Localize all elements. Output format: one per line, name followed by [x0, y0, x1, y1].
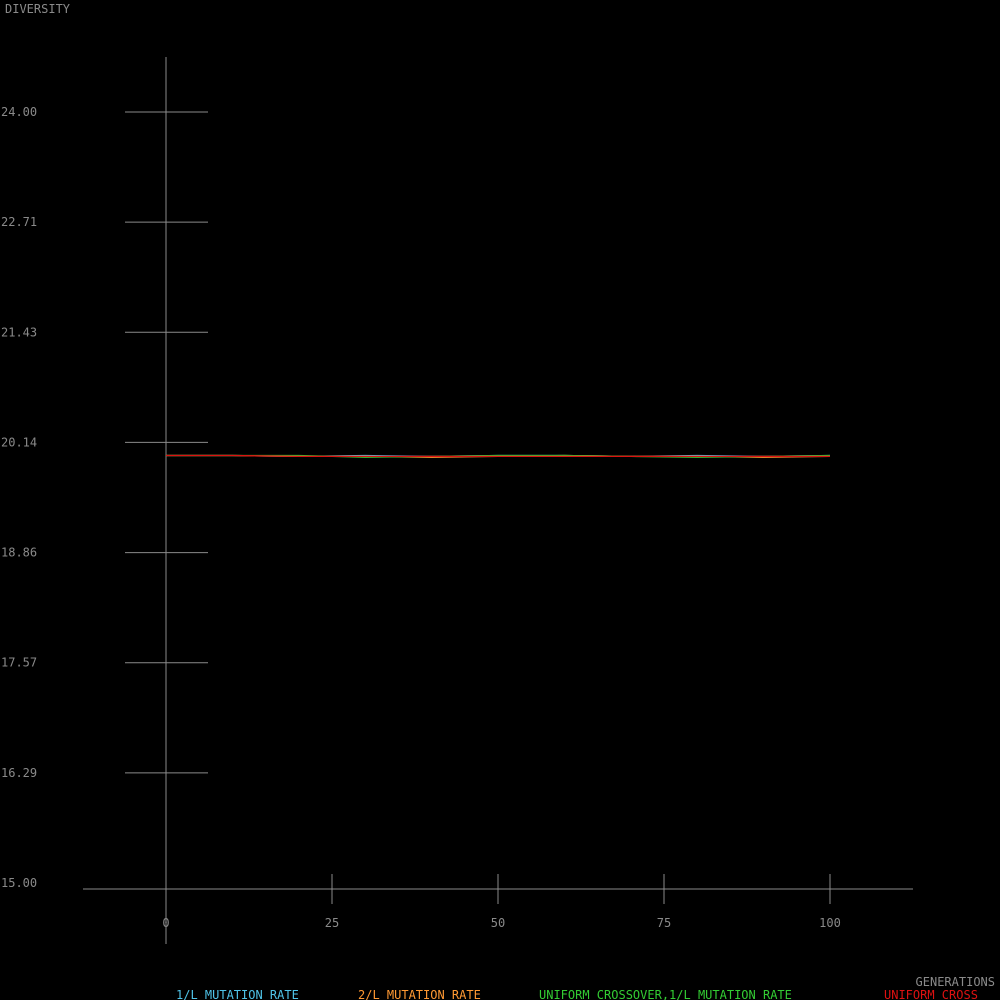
y-tick-label: 21.43: [1, 325, 37, 339]
y-tick-label: 17.57: [1, 656, 37, 670]
x-tick-label: 50: [491, 916, 505, 930]
x-tick-label: 25: [325, 916, 339, 930]
y-tick-label: 16.29: [1, 766, 37, 780]
x-tick-label: 75: [657, 916, 671, 930]
chart-background: [0, 0, 1000, 1000]
legend-entry: UNIFORM CROSS: [884, 988, 978, 1000]
y-tick-label: 18.86: [1, 546, 37, 560]
legend-entry: UNIFORM CROSSOVER,1/L MUTATION RATE: [539, 988, 792, 1000]
x-tick-label: 100: [819, 916, 841, 930]
y-tick-label: 15.00: [1, 876, 37, 890]
diversity-chart: DIVERSITY GENERATIONS 24.00 22.71 21.43 20.…: [0, 0, 1000, 1000]
y-tick-label: 24.00: [1, 105, 37, 119]
y-axis-title: DIVERSITY: [5, 2, 71, 16]
y-tick-label: 22.71: [1, 215, 37, 229]
legend-entry: 2/L MUTATION RATE: [358, 988, 481, 1000]
x-tick-label: 0: [162, 916, 169, 930]
legend-entry: 1/L MUTATION RATE: [176, 988, 299, 1000]
x-axis-title: GENERATIONS: [916, 975, 995, 989]
y-tick-label: 20.14: [1, 435, 37, 449]
